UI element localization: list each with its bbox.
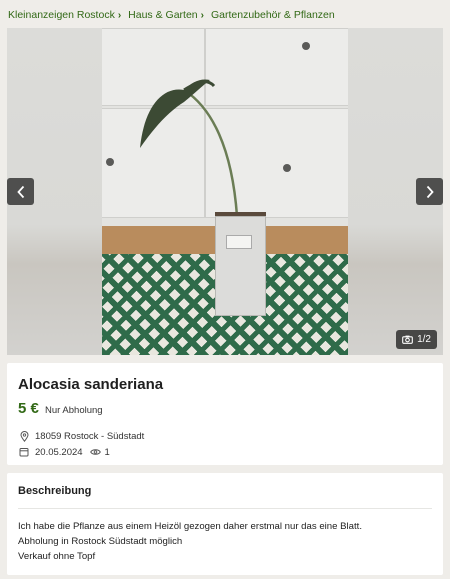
camera-icon (402, 335, 413, 344)
chevron-right-icon (426, 185, 434, 198)
description-card: Beschreibung Ich habe die Pflanze aus ei… (7, 473, 443, 575)
listing-title: Alocasia sanderiana (18, 376, 164, 393)
listing-price: 5 € (18, 400, 39, 417)
listing-location: 18059 Rostock - Südstadt (35, 430, 145, 442)
photo-pot (215, 216, 266, 316)
gallery-next-button[interactable] (416, 178, 443, 205)
breadcrumb-label: Gartenzubehör & Pflanzen (210, 9, 335, 21)
chevron-left-icon (16, 185, 24, 198)
location-pin-icon (18, 430, 30, 442)
image-counter: 1/2 (396, 330, 437, 349)
description-text: Ich habe die Pflanze aus einem Heizöl ge… (18, 519, 362, 564)
breadcrumb-label: Kleinanzeigen Rostock (8, 9, 115, 21)
view-count: 1 (104, 446, 110, 458)
description-line: Ich habe die Pflanze aus einem Heizöl ge… (18, 521, 362, 532)
listing-date: 20.05.2024 (35, 446, 83, 458)
gallery-prev-button[interactable] (7, 178, 34, 205)
chevron-right-icon: › (117, 9, 122, 21)
calendar-icon (18, 446, 30, 458)
image-gallery[interactable]: 1/2 (7, 28, 443, 355)
breadcrumb-item-kleinanzeigen-rostock[interactable]: Kleinanzeigen Rostock › (8, 9, 128, 21)
listing-photo[interactable] (102, 28, 348, 355)
divider (18, 508, 432, 509)
breadcrumb-item-gartenzubehoer[interactable]: Gartenzubehör & Pflanzen (211, 9, 335, 21)
description-line: Verkauf ohne Topf (18, 551, 96, 562)
breadcrumb-label: Haus & Garten (128, 9, 198, 21)
image-counter-text: 1/2 (417, 334, 431, 345)
chevron-right-icon: › (200, 9, 204, 21)
listing-info-card: Alocasia sanderiana 5 € Nur Abholung 180… (7, 363, 443, 465)
shipping-info: Nur Abholung (45, 405, 103, 416)
listing-date-row: 20.05.2024 1 (18, 446, 110, 458)
eye-icon (90, 446, 102, 458)
breadcrumb-item-haus-garten[interactable]: Haus & Garten › (128, 9, 211, 21)
listing-location-row[interactable]: 18059 Rostock - Südstadt (18, 430, 144, 442)
breadcrumb: Kleinanzeigen Rostock › Haus & Garten › … (8, 8, 335, 22)
description-heading: Beschreibung (18, 485, 92, 497)
description-line: Abholung in Rostock Südstadt möglich (18, 536, 183, 547)
